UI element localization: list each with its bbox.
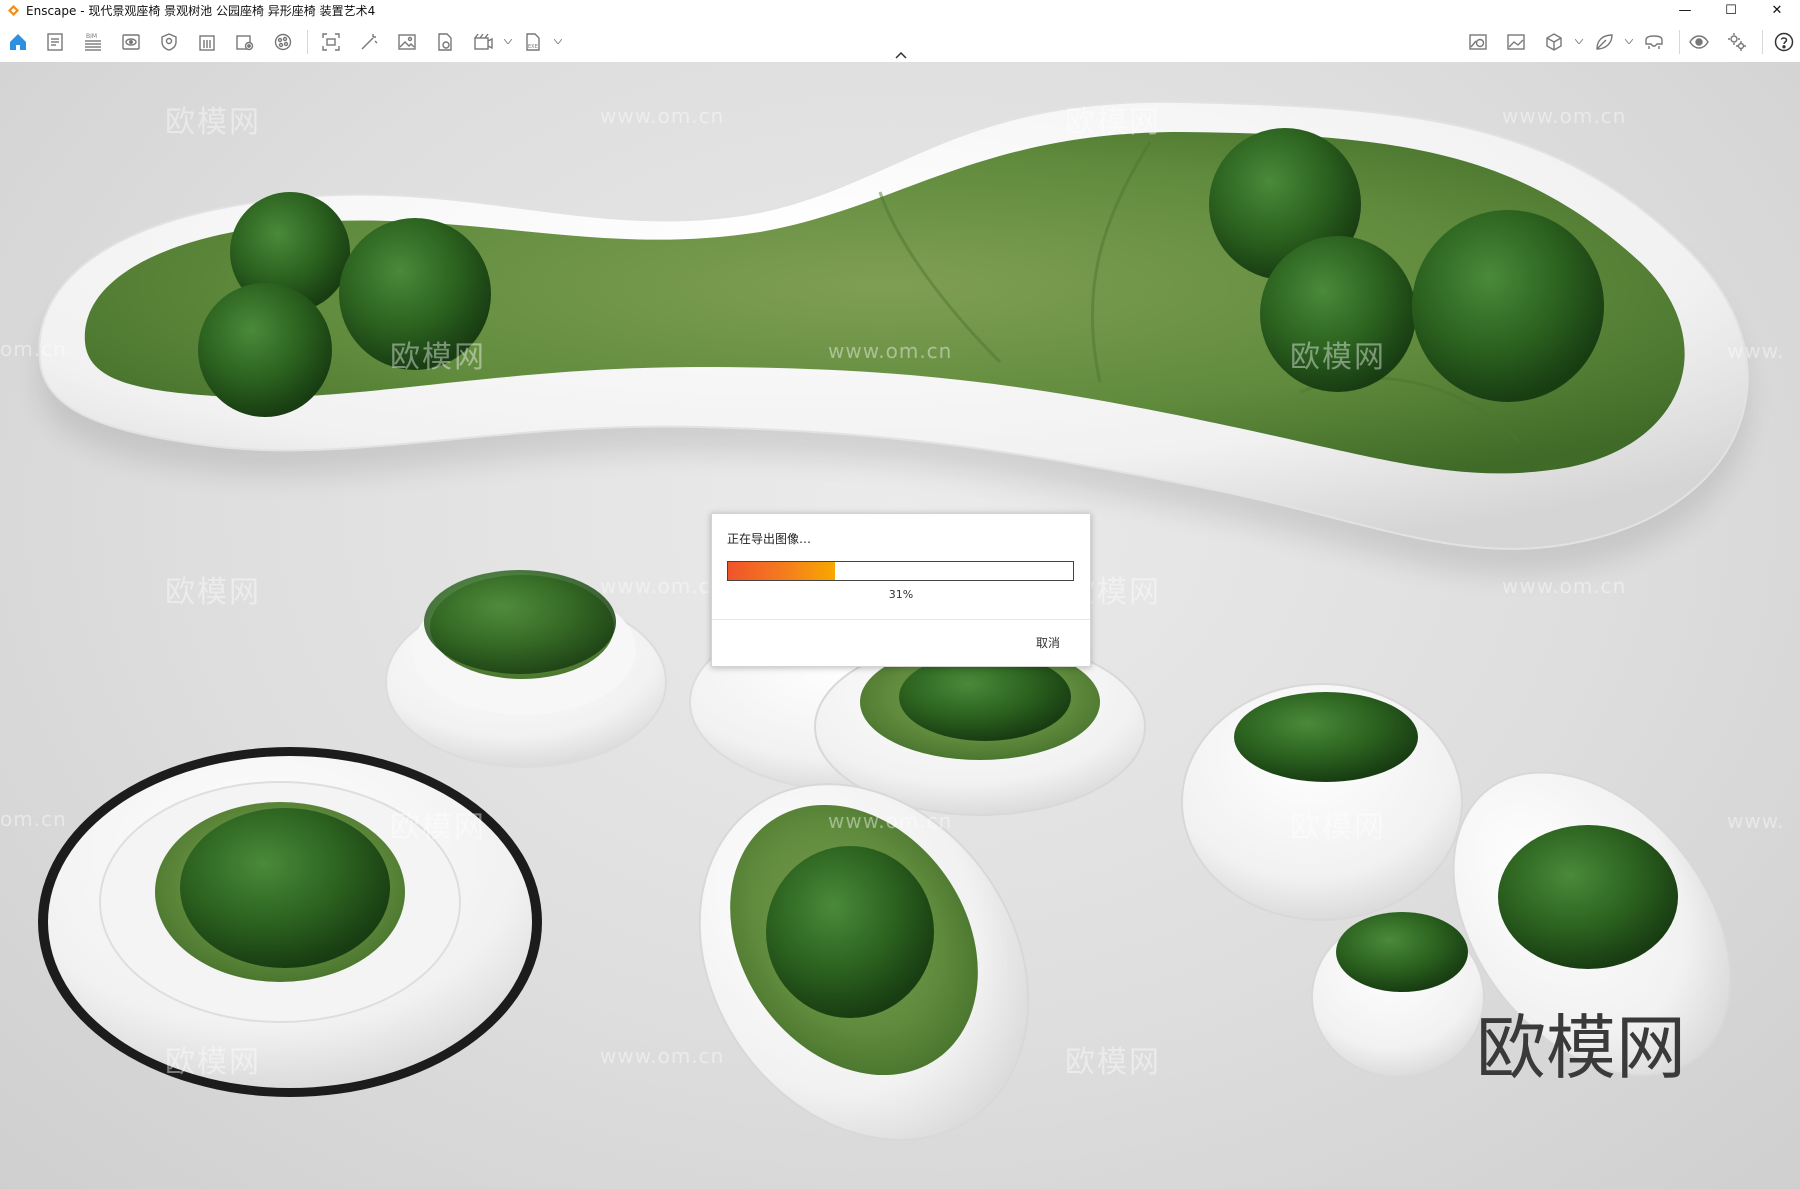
maximize-button[interactable]: ☐ <box>1708 0 1754 20</box>
collapse-toolbar-chevron-icon[interactable] <box>892 49 910 61</box>
vr-headset-icon[interactable] <box>1641 29 1667 55</box>
dialog-divider <box>712 619 1090 620</box>
watermark-logo: 欧模网 <box>1290 810 1386 845</box>
home-icon[interactable] <box>5 29 31 55</box>
magic-wand-icon[interactable] <box>356 29 382 55</box>
watermark-url: www.om.cn <box>828 339 953 363</box>
enscape-logo-icon <box>6 3 20 17</box>
watermark-url: www.om.cn <box>1502 574 1627 598</box>
brand-watermark: 欧模网 <box>1476 1007 1686 1089</box>
export-progress-fill <box>728 562 835 580</box>
watermark-logo: 欧模网 <box>390 810 486 845</box>
export-progress-dialog: 正在导出图像… 31% 取消 <box>711 513 1091 667</box>
watermark-logo: 欧模网 <box>390 340 486 375</box>
building-icon[interactable] <box>194 29 220 55</box>
settings-icon[interactable] <box>1724 29 1750 55</box>
toolbar-separator <box>1762 30 1763 54</box>
landscape-icon[interactable] <box>1503 29 1529 55</box>
leaf-icon[interactable] <box>1591 29 1617 55</box>
watermark-logo: 欧模网 <box>165 105 261 140</box>
shield-icon[interactable] <box>156 29 182 55</box>
cube-icon[interactable] <box>1541 29 1567 55</box>
bim-icon[interactable]: BIM <box>80 29 106 55</box>
cube-dropdown-chevron-icon[interactable] <box>1574 36 1584 46</box>
progress-percent: 31% <box>888 588 914 601</box>
title-bar: Enscape - 现代景观座椅 景观树池 公园座椅 异形座椅 装置艺术4 — … <box>0 0 1800 20</box>
watermark-url-edge: www. <box>1727 809 1785 833</box>
map-icon[interactable] <box>1465 29 1491 55</box>
watermark-url-partial: om.cn <box>0 337 67 361</box>
material-icon[interactable] <box>270 29 296 55</box>
watermark-url: www.om.cn <box>828 809 953 833</box>
screenshot-icon[interactable] <box>318 29 344 55</box>
dialog-title: 正在导出图像… <box>727 532 812 546</box>
toolbar-separator <box>1679 30 1680 54</box>
window-controls: — ☐ ✕ <box>1662 0 1800 20</box>
watermark-logo: 欧模网 <box>165 1045 261 1080</box>
watermark-url: www.om.cn <box>600 574 725 598</box>
window-title: Enscape - 现代景观座椅 景观树池 公园座椅 异形座椅 装置艺术4 <box>26 3 376 18</box>
watermark-url-edge: www. <box>1727 339 1785 363</box>
eye-icon[interactable] <box>1686 29 1712 55</box>
exe-label: EXE <box>528 44 538 50</box>
image-settings-icon[interactable] <box>232 29 258 55</box>
leaf-dropdown-chevron-icon[interactable] <box>1624 36 1634 46</box>
watermark-url-partial: om.cn <box>0 807 67 831</box>
minimize-button[interactable]: — <box>1662 0 1708 20</box>
watermark-logo: 欧模网 <box>1290 340 1386 375</box>
exe-dropdown-chevron-icon[interactable] <box>553 36 563 46</box>
exe-file-icon[interactable]: EXE <box>520 29 546 55</box>
video-dropdown-chevron-icon[interactable] <box>503 36 513 46</box>
help-icon[interactable] <box>1771 29 1797 55</box>
watermark-logo: 欧模网 <box>1065 1045 1161 1080</box>
document-icon[interactable] <box>42 29 68 55</box>
cancel-button[interactable]: 取消 <box>1036 634 1060 651</box>
export-file-icon[interactable] <box>432 29 458 55</box>
watermark-logo: 欧模网 <box>165 575 261 610</box>
view-icon[interactable] <box>118 29 144 55</box>
bim-label: BIM <box>86 33 97 40</box>
close-button[interactable]: ✕ <box>1754 0 1800 20</box>
image-icon[interactable] <box>394 29 420 55</box>
watermark-url: www.om.cn <box>1502 104 1627 128</box>
watermark-url: www.om.cn <box>600 104 725 128</box>
watermark-url: www.om.cn <box>600 1044 725 1068</box>
video-icon[interactable] <box>470 29 496 55</box>
watermark-logo: 欧模网 <box>1065 105 1161 140</box>
toolbar-separator <box>307 30 308 54</box>
export-progress-bar <box>727 561 1074 581</box>
